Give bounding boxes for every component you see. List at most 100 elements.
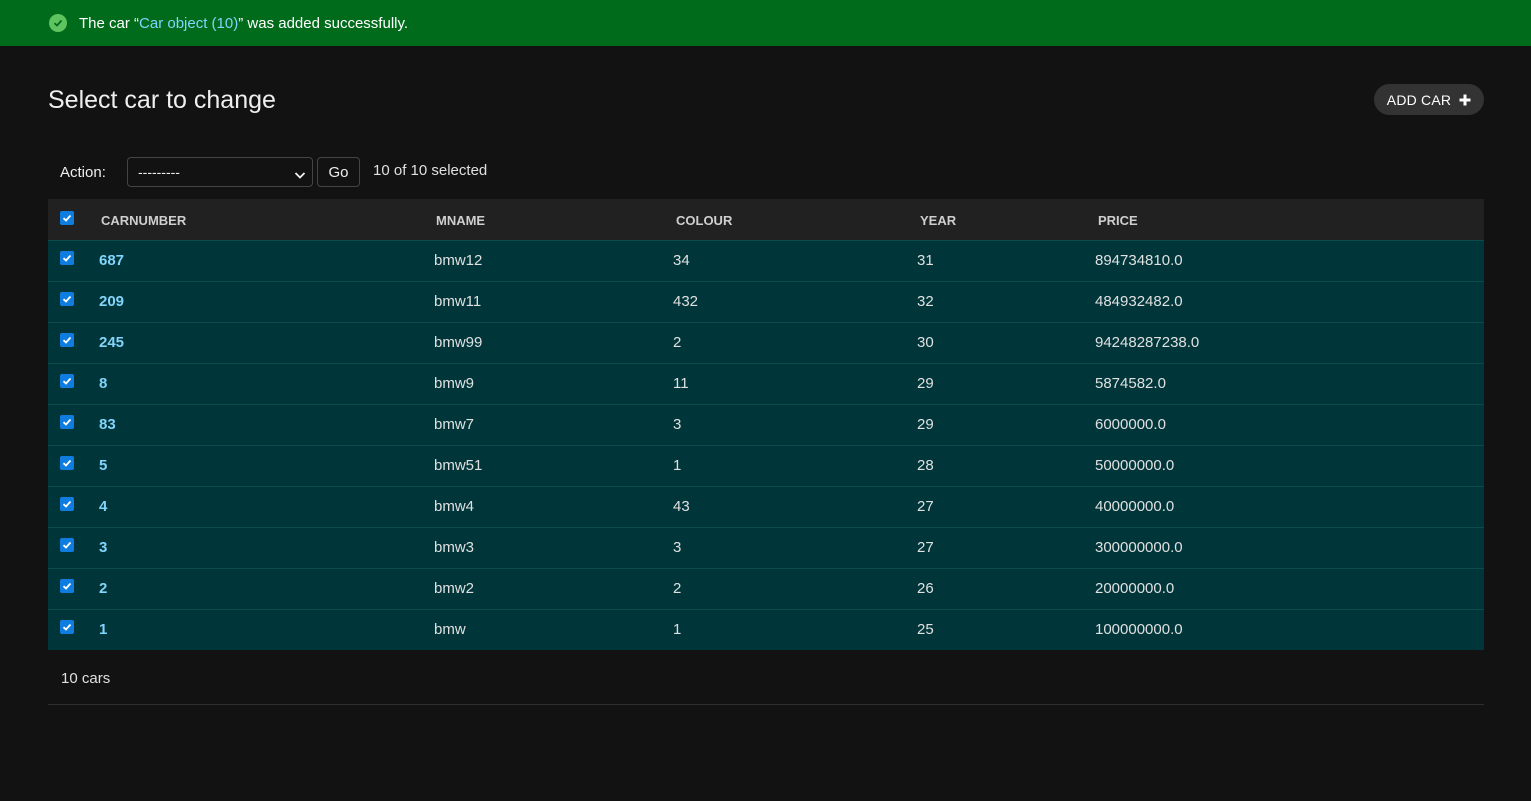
year-cell: 31 [917, 252, 934, 269]
mname-cell: bmw99 [434, 334, 483, 351]
table-row: 2 bmw2 2 26 20000000.0 [48, 568, 1484, 609]
success-message: The car “Car object (10)” was added succ… [0, 0, 1531, 46]
row-checkbox[interactable] [60, 292, 74, 307]
success-object-link[interactable]: Car object (10) [139, 15, 238, 32]
action-label: Action: [60, 164, 106, 181]
row-checkbox[interactable] [60, 497, 74, 512]
colour-cell: 2 [673, 334, 682, 351]
row-checkbox[interactable] [60, 415, 74, 430]
row-select-cell [48, 322, 88, 363]
year-cell: 27 [917, 539, 934, 556]
table-row: 245 bmw99 2 30 94248287238.0 [48, 322, 1484, 363]
mname-cell: bmw51 [434, 457, 483, 474]
year-cell: 28 [917, 457, 934, 474]
row-checkbox[interactable] [60, 620, 74, 635]
carnumber-link[interactable]: 2 [99, 580, 107, 597]
carnumber-link[interactable]: 245 [99, 334, 124, 351]
carnumber-cell: 83 [88, 404, 434, 445]
row-select-cell [48, 568, 88, 609]
year-cell: 29 [917, 375, 934, 392]
success-suffix: ” was added successfully. [238, 14, 409, 32]
year-cell: 27 [917, 498, 934, 515]
column-header-mname[interactable]: MNAME [434, 199, 673, 240]
carnumber-cell: 1 [88, 609, 434, 650]
table-row: 5 bmw51 1 28 50000000.0 [48, 445, 1484, 486]
carnumber-link[interactable]: 209 [99, 293, 124, 310]
selected-count: 10 of 10 selected [373, 162, 488, 179]
row-checkbox[interactable] [60, 374, 74, 389]
table-row: 209 bmw11 432 32 484932482.0 [48, 281, 1484, 322]
price-cell: 50000000.0 [1095, 457, 1175, 474]
price-cell: 100000000.0 [1095, 621, 1183, 639]
column-header-price[interactable]: PRICE [1095, 199, 1484, 240]
year-cell: 25 [917, 621, 934, 639]
carnumber-cell: 8 [88, 363, 434, 404]
price-cell: 5874582.0 [1095, 375, 1166, 392]
price-cell: 6000000.0 [1095, 416, 1166, 433]
mname-cell: bmw2 [434, 580, 475, 597]
colour-cell: 432 [673, 293, 699, 310]
row-select-cell [48, 486, 88, 527]
price-cell: 40000000.0 [1095, 498, 1175, 515]
colour-cell: 2 [673, 580, 682, 597]
table-row: 1 bmw 1 25 100000000.0 [48, 609, 1484, 650]
results-table: CARNUMBER MNAME COLOUR YEAR PRICE 687 bmw… [48, 199, 1484, 650]
table-row: 83 bmw7 3 29 6000000.0 [48, 404, 1484, 445]
row-checkbox[interactable] [60, 538, 74, 553]
go-button[interactable]: Go [317, 157, 360, 187]
carnumber-link[interactable]: 1 [99, 621, 107, 638]
carnumber-link[interactable]: 3 [99, 539, 107, 556]
table-row: 8 bmw9 11 29 5874582.0 [48, 363, 1484, 404]
paginator: 10 cars [48, 651, 1484, 705]
colour-cell: 43 [673, 498, 690, 515]
carnumber-link[interactable]: 687 [99, 252, 124, 269]
carnumber-link[interactable]: 5 [99, 457, 107, 474]
carnumber-cell: 3 [88, 527, 434, 568]
carnumber-cell: 209 [88, 281, 434, 322]
select-all-checkbox[interactable] [60, 211, 74, 226]
year-cell: 30 [917, 334, 934, 351]
price-cell: 300000000.0 [1095, 539, 1183, 556]
check-circle-icon [49, 14, 67, 32]
row-checkbox[interactable] [60, 333, 74, 348]
table-header-row: CARNUMBER MNAME COLOUR YEAR PRICE [48, 199, 1484, 240]
select-all-cell [48, 199, 88, 240]
plus-icon [1459, 94, 1471, 106]
row-select-cell [48, 609, 88, 650]
carnumber-link[interactable]: 83 [99, 416, 116, 433]
price-cell: 894734810.0 [1095, 252, 1183, 269]
mname-cell: bmw11 [434, 293, 482, 310]
price-cell: 484932482.0 [1095, 293, 1183, 310]
row-checkbox[interactable] [60, 456, 74, 471]
price-cell: 94248287238.0 [1095, 334, 1200, 351]
add-car-button[interactable]: ADD CAR [1374, 84, 1484, 115]
column-header-colour[interactable]: COLOUR [673, 199, 917, 240]
carnumber-link[interactable]: 4 [99, 498, 107, 515]
mname-cell: bmw [434, 621, 466, 639]
mname-cell: bmw12 [434, 252, 483, 269]
colour-cell: 1 [673, 621, 682, 639]
add-car-label: ADD CAR [1386, 91, 1452, 108]
row-checkbox[interactable] [60, 251, 74, 266]
colour-cell: 11 [673, 375, 689, 392]
mname-cell: bmw9 [434, 375, 475, 392]
carnumber-cell: 687 [88, 240, 434, 281]
row-select-cell [48, 363, 88, 404]
colour-cell: 34 [673, 252, 690, 269]
carnumber-cell: 2 [88, 568, 434, 609]
action-select-value: --------- [138, 164, 180, 180]
carnumber-cell: 4 [88, 486, 434, 527]
column-header-carnumber[interactable]: CARNUMBER [88, 199, 434, 240]
mname-cell: bmw3 [434, 539, 475, 556]
row-select-cell [48, 240, 88, 281]
carnumber-link[interactable]: 8 [99, 375, 107, 392]
action-select[interactable]: --------- [127, 157, 313, 187]
row-checkbox[interactable] [60, 579, 74, 594]
column-header-year[interactable]: YEAR [917, 199, 1095, 240]
table-row: 4 bmw4 43 27 40000000.0 [48, 486, 1484, 527]
mname-cell: bmw7 [434, 416, 475, 433]
colour-cell: 3 [673, 539, 682, 556]
row-select-cell [48, 527, 88, 568]
year-cell: 29 [917, 416, 934, 433]
price-cell: 20000000.0 [1095, 580, 1175, 597]
